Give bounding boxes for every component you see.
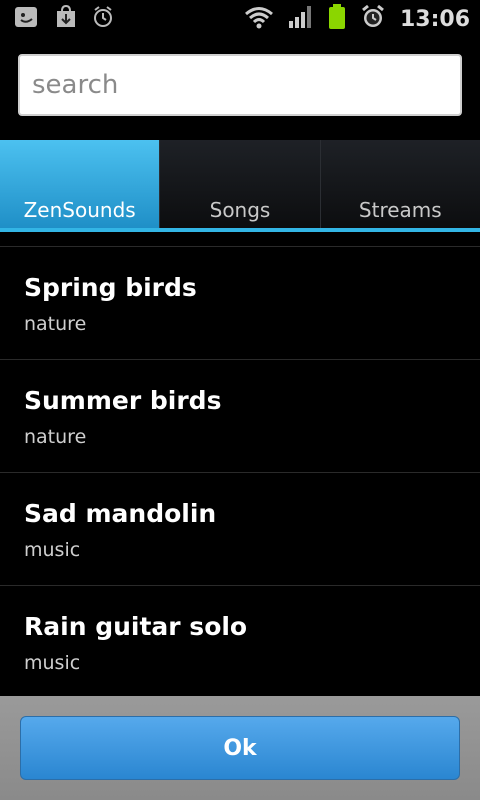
- face-notification-icon: [14, 5, 40, 33]
- tab-songs[interactable]: Songs: [159, 140, 319, 228]
- list-item[interactable]: Rain guitar solo music: [0, 586, 480, 699]
- list-item-subtitle: music: [24, 652, 81, 674]
- search-input[interactable]: [18, 54, 462, 116]
- tab-label: Songs: [209, 198, 271, 222]
- list-item-subtitle: music: [24, 539, 81, 561]
- list-item[interactable]: Spring birds nature: [0, 247, 480, 360]
- list-item-subtitle: nature: [24, 313, 87, 335]
- sound-list: Spring birds nature Summer birds nature …: [0, 246, 480, 699]
- battery-icon: [328, 4, 346, 34]
- list-item-title: Summer birds: [24, 386, 222, 415]
- ok-button[interactable]: Ok: [20, 716, 460, 780]
- list-item-title: Rain guitar solo: [24, 612, 248, 641]
- list-item-title: Spring birds: [24, 273, 197, 302]
- search-area: [0, 38, 480, 140]
- tab-streams[interactable]: Streams: [319, 140, 480, 228]
- tab-label: ZenSounds: [23, 198, 136, 222]
- list-item-subtitle: nature: [24, 426, 87, 448]
- tab-zensounds[interactable]: ZenSounds: [0, 140, 160, 228]
- alarm-clock-icon: [360, 4, 386, 34]
- status-clock: 13:06: [399, 6, 470, 32]
- status-bar: 13:06: [0, 0, 480, 38]
- bottom-bar: Ok: [0, 696, 480, 800]
- signal-icon: [288, 5, 314, 33]
- list-item-title: Sad mandolin: [24, 499, 217, 528]
- alarm-notification-icon: [92, 5, 114, 33]
- wifi-icon: [244, 5, 274, 33]
- status-bar-notifications: [0, 0, 114, 38]
- list-item[interactable]: Sad mandolin music: [0, 473, 480, 586]
- tab-bar: ZenSounds Songs Streams: [0, 140, 480, 232]
- status-bar-system: 13:06: [244, 0, 480, 38]
- download-notification-icon: [54, 4, 78, 33]
- list-item[interactable]: Summer birds nature: [0, 360, 480, 473]
- tab-label: Streams: [358, 198, 442, 222]
